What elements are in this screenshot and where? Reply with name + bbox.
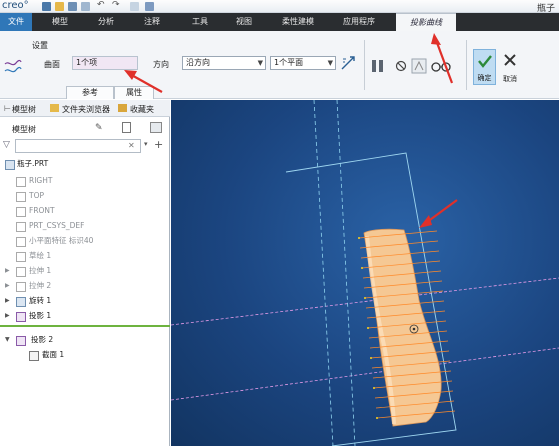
annotation-arrow	[434, 39, 454, 84]
annotation-overlay	[124, 33, 454, 93]
